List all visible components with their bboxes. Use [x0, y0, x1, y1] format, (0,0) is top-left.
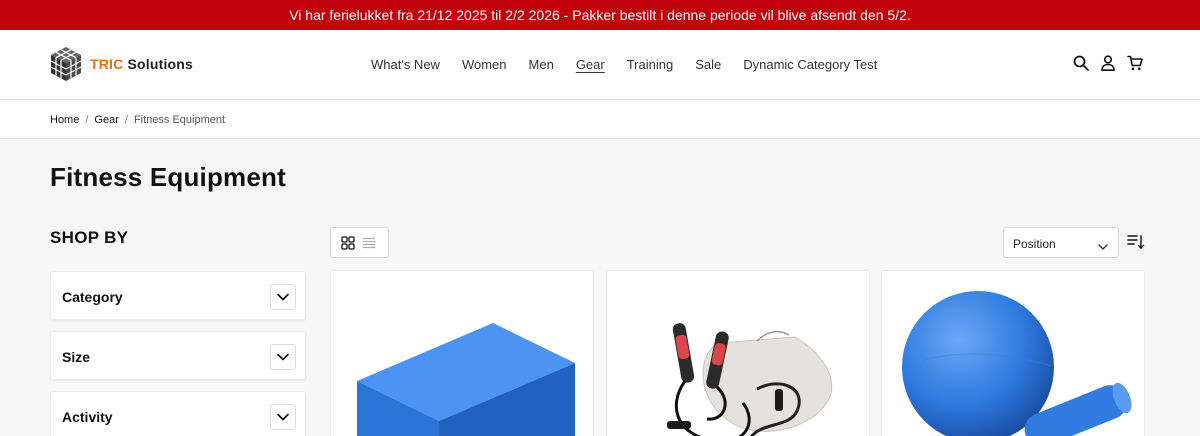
product-card[interactable] — [606, 270, 870, 436]
nav-item-training[interactable]: Training — [627, 57, 673, 73]
chevron-down-icon[interactable] — [270, 404, 296, 430]
chevron-down-icon[interactable] — [270, 344, 296, 370]
breadcrumb-bar: Home / Gear / Fitness Equipment — [0, 101, 1200, 139]
search-icon[interactable] — [1072, 54, 1090, 72]
jump-rope-kit-image — [667, 323, 833, 436]
page-title: Fitness Equipment — [50, 162, 286, 192]
breadcrumb-separator: / — [85, 114, 89, 126]
nav-item-dynamic-category-test[interactable]: Dynamic Category Test — [743, 57, 877, 73]
main-nav: What's New Women Men Gear Training Sale … — [360, 30, 888, 100]
nav-item-women[interactable]: Women — [462, 57, 507, 73]
breadcrumb-gear[interactable]: Gear — [94, 114, 118, 126]
sort-direction-icon[interactable] — [1127, 234, 1145, 250]
sort-selected-value: Position — [1013, 237, 1056, 251]
product-card[interactable] — [330, 270, 594, 436]
filter-label: Activity — [62, 409, 113, 425]
chevron-down-icon[interactable] — [270, 284, 296, 310]
chevron-down-icon — [1098, 238, 1108, 256]
sort-by-select[interactable]: Position — [1003, 227, 1119, 258]
yoga-block-image — [357, 323, 575, 436]
view-mode-switcher — [330, 227, 389, 258]
cart-icon[interactable] — [1126, 54, 1144, 72]
announcement-text: Vi har ferielukket fra 21/12 2025 til 2/… — [289, 7, 911, 23]
nav-item-sale[interactable]: Sale — [695, 57, 721, 73]
header-actions — [1072, 54, 1144, 72]
filter-activity[interactable]: Activity — [50, 391, 306, 436]
filter-label: Size — [62, 349, 91, 365]
logo-cube-icon — [50, 47, 82, 81]
filter-label: Category — [62, 289, 123, 305]
nav-item-men[interactable]: Men — [529, 57, 554, 73]
logo[interactable]: TRIC Solutions — [50, 46, 193, 82]
filter-size[interactable]: Size — [50, 331, 306, 380]
sidebar-title: SHOP BY — [50, 228, 129, 247]
nav-item-gear[interactable]: Gear — [576, 57, 605, 73]
account-icon[interactable] — [1099, 54, 1117, 72]
nav-item-whats-new[interactable]: What's New — [371, 57, 440, 73]
breadcrumb: Home / Gear / Fitness Equipment — [50, 114, 225, 126]
breadcrumb-separator: / — [124, 114, 128, 126]
logo-text: TRIC Solutions — [90, 56, 193, 72]
breadcrumb-home[interactable]: Home — [50, 114, 79, 126]
exercise-ball-image — [902, 291, 1132, 436]
logo-rest: Solutions — [127, 56, 194, 72]
product-card[interactable] — [881, 270, 1145, 436]
breadcrumb-current: Fitness Equipment — [133, 114, 226, 126]
grid-view-icon[interactable] — [341, 235, 355, 250]
filter-category[interactable]: Category — [50, 271, 306, 320]
list-view-icon[interactable] — [362, 236, 376, 250]
site-header: TRIC Solutions What's New Women Men Gear… — [0, 30, 1200, 100]
announcement-bar: Vi har ferielukket fra 21/12 2025 til 2/… — [0, 0, 1200, 30]
logo-brand: TRIC — [90, 56, 124, 72]
